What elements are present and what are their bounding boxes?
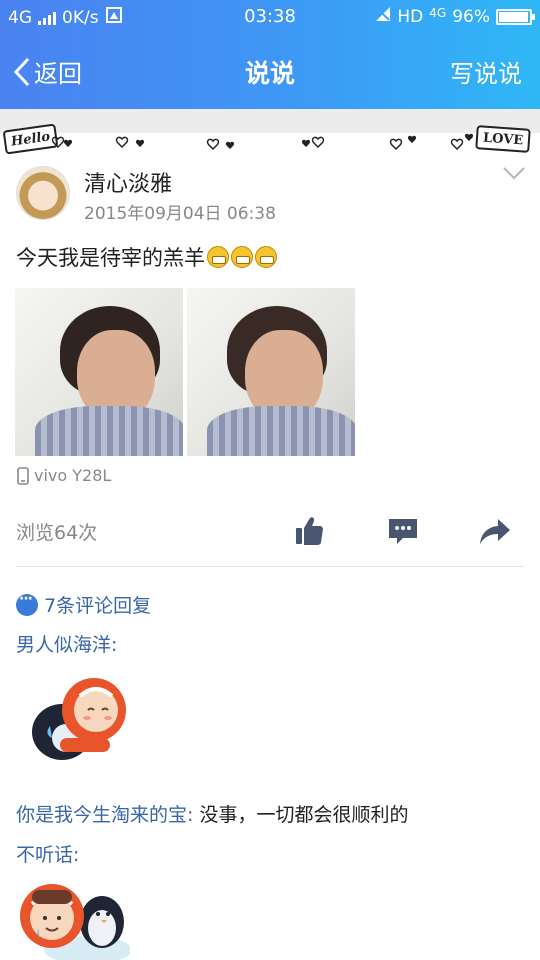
post-text-row: 今天我是待宰的羔羊	[16, 242, 277, 272]
back-button[interactable]: 返回	[12, 54, 82, 89]
decorative-banner: Hello LOVE	[0, 109, 540, 157]
thumbs-up-icon	[296, 517, 323, 545]
comment-count-label: 7条评论回复	[44, 595, 152, 617]
hd-label: HD	[397, 6, 424, 27]
comment-text: 没事，一切都会很顺利的	[193, 804, 409, 826]
nav-bar: 返回 说说 写说说	[0, 34, 540, 109]
battery-percent: 96%	[452, 6, 490, 27]
post-username[interactable]: 清心淡雅	[84, 166, 172, 198]
avatar[interactable]	[16, 166, 70, 220]
no-signal-icon	[375, 6, 391, 27]
post-text: 今天我是待宰的羔羊	[16, 246, 205, 270]
comment-item[interactable]: 不听话:	[16, 840, 79, 867]
status-bar: 4G 0K/s 03:38 HD 4G 96%	[0, 0, 540, 34]
grin-emoji-icon	[255, 246, 277, 268]
comment-item[interactable]: 男人似海洋:	[16, 630, 117, 657]
comment-button[interactable]	[386, 514, 420, 548]
cuddle-sticker-icon	[20, 884, 130, 960]
view-count: 浏览64次	[16, 522, 98, 544]
page-title: 说说	[244, 59, 295, 88]
hearts-doodle-icon	[51, 133, 474, 151]
chevron-left-icon	[13, 57, 30, 86]
share-button[interactable]	[478, 514, 512, 548]
share-arrow-icon	[480, 519, 510, 544]
comment-item[interactable]: 你是我今生淘来的宝: 没事，一切都会很顺利的	[16, 800, 408, 827]
network-type-right: 4G	[429, 5, 447, 20]
post-photo-2[interactable]	[187, 288, 355, 456]
write-post-button[interactable]: 写说说	[450, 54, 522, 89]
divider	[16, 566, 524, 567]
love-tag: LOVE	[475, 125, 532, 153]
comment-count: 7条评论回复	[16, 591, 151, 618]
post-timestamp: 2015年09月04日 06:38	[84, 204, 276, 224]
hug-sticker-icon	[32, 678, 126, 760]
comment-count-icon	[16, 591, 38, 616]
comment-author[interactable]: 不听话:	[16, 844, 79, 866]
grin-emoji-icon	[231, 246, 253, 268]
comment-author[interactable]: 男人似海洋:	[16, 634, 117, 656]
back-label: 返回	[34, 60, 82, 88]
device-name: vivo Y28L	[34, 466, 112, 485]
chevron-down-icon[interactable]	[500, 164, 528, 182]
post-photo-1[interactable]	[15, 288, 183, 456]
grin-emoji-icon	[207, 246, 229, 268]
comment-author[interactable]: 你是我今生淘来的宝:	[16, 804, 193, 826]
device-info: vivo Y28L	[16, 466, 111, 485]
comment-bubble-icon	[389, 519, 417, 544]
like-button[interactable]	[292, 514, 326, 548]
phone-icon	[17, 466, 29, 485]
battery-icon	[496, 8, 535, 25]
top-bar: 4G 0K/s 03:38 HD 4G 96% 返回 说说 写说说	[0, 0, 540, 109]
